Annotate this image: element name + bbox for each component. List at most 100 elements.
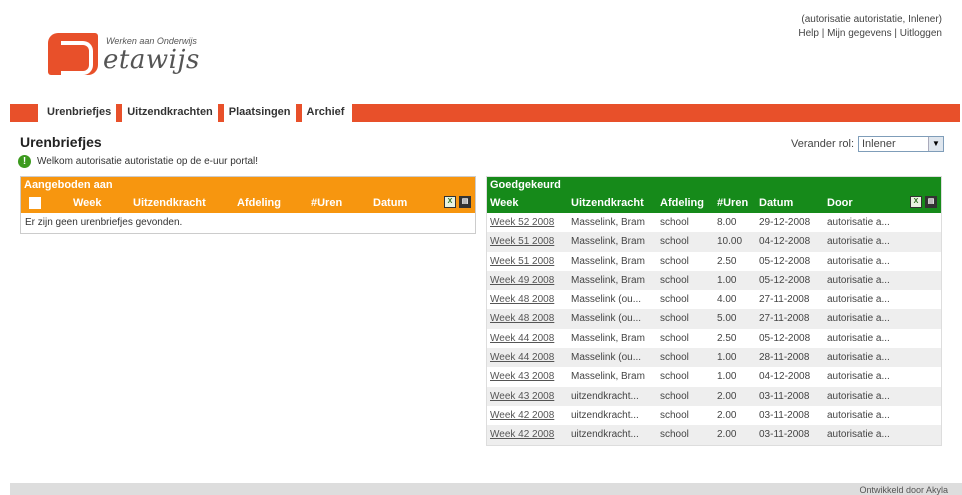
week-link[interactable]: Week 48 2008 xyxy=(490,294,554,305)
week-link[interactable]: Week 42 2008 xyxy=(490,410,554,421)
door-cell: autorisatie a... xyxy=(827,409,890,421)
col-uren[interactable]: #Uren xyxy=(311,197,342,209)
afdeling-cell: school xyxy=(660,390,689,402)
uren-cell: 5.00 xyxy=(717,313,737,325)
logo-wordmark: etawijs xyxy=(103,45,200,75)
approved-panel: Goedgekeurd Week Uitzendkracht Afdeling … xyxy=(486,176,942,446)
afdeling-cell: school xyxy=(660,236,689,248)
week-link[interactable]: Week 48 2008 xyxy=(490,313,554,324)
uren-cell: 2.00 xyxy=(717,409,737,421)
print-icon[interactable]: ▤ xyxy=(925,196,937,208)
table-row: Week 43 2008 Masselink, Bram school 1.00 04-… xyxy=(487,367,941,386)
week-link[interactable]: Week 43 2008 xyxy=(490,391,554,402)
table-row: Week 42 2008 uitzendkracht... school 2.00 03… xyxy=(487,406,941,425)
excel-export-icon[interactable]: X xyxy=(444,196,456,208)
col-datum[interactable]: Datum xyxy=(759,197,793,209)
afdeling-cell: school xyxy=(660,332,689,344)
door-cell: autorisatie a... xyxy=(827,429,890,441)
afdeling-cell: school xyxy=(660,409,689,421)
select-all-checkbox[interactable] xyxy=(29,197,41,209)
my-details-link[interactable]: Mijn gegevens xyxy=(827,28,891,39)
datum-cell: 28-11-2008 xyxy=(759,352,810,364)
uren-cell: 2.00 xyxy=(717,390,737,402)
week-link[interactable]: Week 51 2008 xyxy=(490,256,554,267)
week-link[interactable]: Week 51 2008 xyxy=(490,236,554,247)
table-row: Week 43 2008 uitzendkracht... school 2.00 03… xyxy=(487,386,941,406)
tab-archief[interactable]: Archief xyxy=(302,104,353,122)
afdeling-cell: school xyxy=(660,274,689,286)
uitzendkracht-cell: Masselink, Bram xyxy=(571,255,645,267)
datum-cell: 27-11-2008 xyxy=(759,294,810,306)
afdeling-cell: school xyxy=(660,352,689,364)
uren-cell: 1.00 xyxy=(717,352,737,364)
datum-cell: 29-12-2008 xyxy=(759,217,811,228)
table-row: Week 48 2008 Masselink (ou... school 4.00 27… xyxy=(487,290,941,309)
col-uren[interactable]: #Uren xyxy=(717,197,748,209)
excel-export-icon[interactable]: X xyxy=(910,196,922,208)
col-uitzendkracht[interactable]: Uitzendkracht xyxy=(133,197,206,209)
door-cell: autorisatie a... xyxy=(827,390,890,402)
role-switcher: Verander rol: Inlener ▼ xyxy=(791,136,944,152)
tab-uitzendkrachten[interactable]: Uitzendkrachten xyxy=(122,104,224,122)
user-role-line: (autorisatie autoristatie, Inlener) xyxy=(801,14,942,25)
week-link[interactable]: Week 44 2008 xyxy=(490,333,554,344)
uitzendkracht-cell: Masselink, Bram xyxy=(571,217,645,228)
datum-cell: 05-12-2008 xyxy=(759,255,811,267)
door-cell: autorisatie a... xyxy=(827,352,890,364)
week-link[interactable]: Week 52 2008 xyxy=(490,217,554,228)
week-link[interactable]: Week 42 2008 xyxy=(490,429,554,440)
uitzendkracht-cell: uitzendkracht... xyxy=(571,390,639,402)
col-week[interactable]: Week xyxy=(73,197,102,209)
tab-urenbriefjes[interactable]: Urenbriefjes xyxy=(42,104,123,122)
footer: Ontwikkeld door Akyla xyxy=(10,483,962,495)
col-door[interactable]: Door xyxy=(827,197,853,209)
col-datum[interactable]: Datum xyxy=(373,197,407,209)
uren-cell: 4.00 xyxy=(717,294,737,306)
table-row: Week 51 2008 Masselink, Bram school 10.00 04… xyxy=(487,232,941,252)
main-nav-tabs: Urenbriefjes Uitzendkrachten Plaatsingen… xyxy=(38,104,353,122)
help-link[interactable]: Help xyxy=(798,28,819,39)
door-cell: autorisatie a... xyxy=(827,236,890,248)
uren-cell: 1.00 xyxy=(717,371,737,383)
logo[interactable]: Werken aan Onderwijs etawijs xyxy=(48,33,208,81)
door-cell: autorisatie a... xyxy=(827,332,890,344)
door-cell: autorisatie a... xyxy=(827,217,890,228)
col-week[interactable]: Week xyxy=(490,197,519,209)
dropdown-arrow-icon[interactable]: ▼ xyxy=(928,137,943,151)
table-row: Week 42 2008 uitzendkracht... school 2.00 03… xyxy=(487,425,941,445)
table-row: Week 52 2008 Masselink, Bram school 8.00 29-… xyxy=(487,213,941,232)
week-link[interactable]: Week 43 2008 xyxy=(490,371,554,382)
afdeling-cell: school xyxy=(660,217,689,228)
col-afdeling[interactable]: Afdeling xyxy=(660,197,704,209)
uitzendkracht-cell: uitzendkracht... xyxy=(571,429,639,441)
table-row: Week 49 2008 Masselink, Bram school 1.00 05-… xyxy=(487,270,941,291)
main-nav-bar: Urenbriefjes Uitzendkrachten Plaatsingen… xyxy=(10,104,960,122)
logout-link[interactable]: Uitloggen xyxy=(900,28,942,39)
afdeling-cell: school xyxy=(660,313,689,325)
col-afdeling[interactable]: Afdeling xyxy=(237,197,281,209)
tab-plaatsingen[interactable]: Plaatsingen xyxy=(224,104,302,122)
footer-credit: Ontwikkeld door Akyla xyxy=(859,485,948,495)
table-row: Week 44 2008 Masselink (ou... school 1.00 28… xyxy=(487,348,941,368)
uren-cell: 1.00 xyxy=(717,274,737,286)
door-cell: autorisatie a... xyxy=(827,313,890,325)
user-links: Help | Mijn gegevens | Uitloggen xyxy=(798,28,942,39)
table-row: Week 51 2008 Masselink, Bram school 2.50 05-… xyxy=(487,252,941,271)
door-cell: autorisatie a... xyxy=(827,371,890,383)
print-icon[interactable]: ▤ xyxy=(459,196,471,208)
col-uitzendkracht[interactable]: Uitzendkracht xyxy=(571,197,644,209)
approved-tools: X ▤ xyxy=(910,196,937,208)
uren-cell: 8.00 xyxy=(717,217,737,228)
datum-cell: 05-12-2008 xyxy=(759,274,811,286)
datum-cell: 04-12-2008 xyxy=(759,371,811,383)
door-cell: autorisatie a... xyxy=(827,294,890,306)
offered-panel: Aangeboden aan Week Uitzendkracht Afdeli… xyxy=(20,176,476,234)
uren-cell: 10.00 xyxy=(717,236,743,248)
datum-cell: 03-11-2008 xyxy=(759,429,810,441)
week-link[interactable]: Week 49 2008 xyxy=(490,275,554,286)
role-select[interactable]: Inlener ▼ xyxy=(858,136,944,152)
datum-cell: 27-11-2008 xyxy=(759,313,810,325)
datum-cell: 04-12-2008 xyxy=(759,236,811,248)
table-row: Week 44 2008 Masselink, Bram school 2.50 05-… xyxy=(487,329,941,348)
week-link[interactable]: Week 44 2008 xyxy=(490,352,554,363)
